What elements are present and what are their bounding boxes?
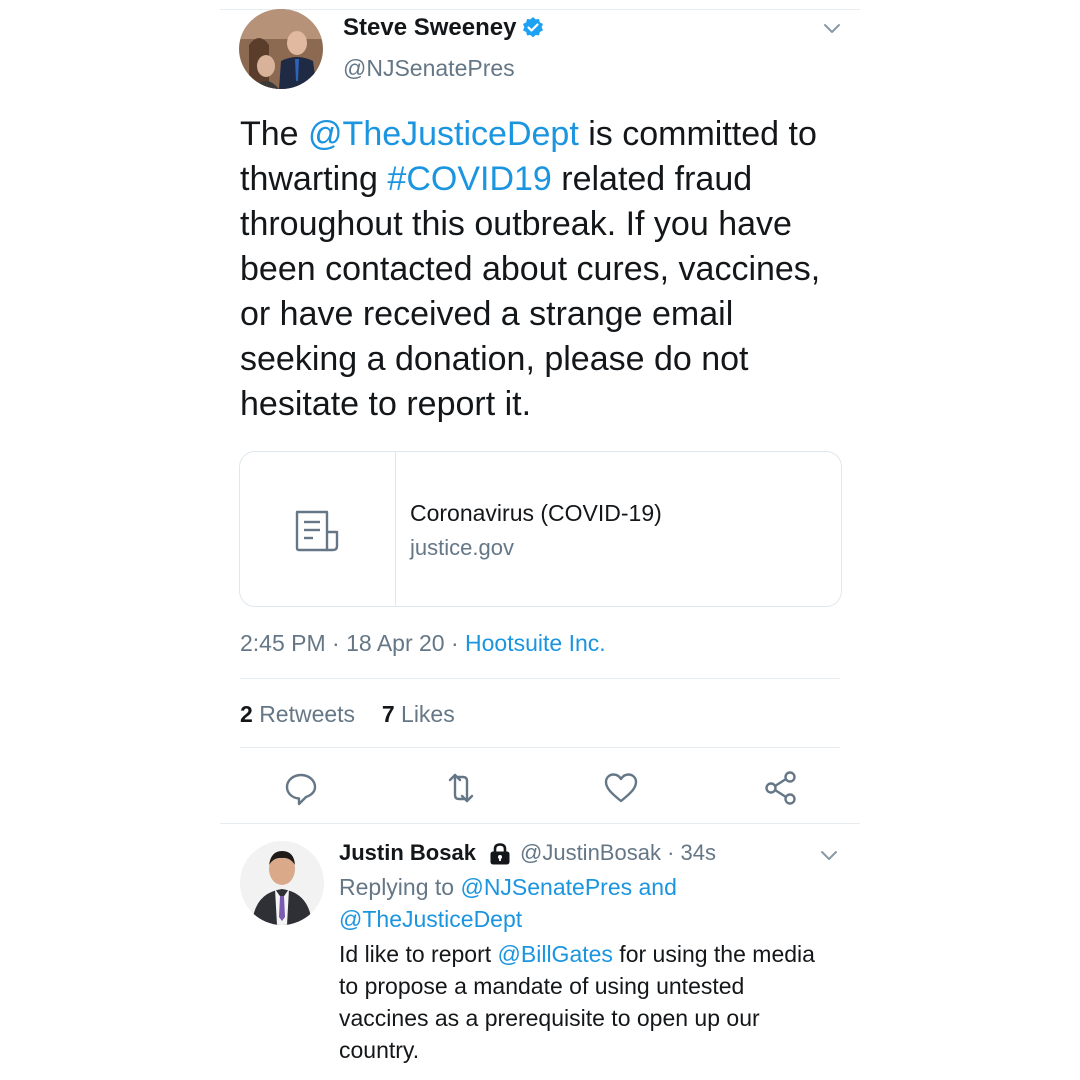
tweet-meta: 2:45 PM · 18 Apr 20 · Hootsuite Inc. — [240, 630, 606, 657]
likes-label: Likes — [401, 701, 455, 727]
lock-icon — [487, 842, 513, 871]
reply-time[interactable]: 34s — [681, 840, 716, 865]
likes-count: 7 — [381, 701, 395, 727]
likes-stat[interactable]: 7 Likes — [382, 701, 455, 727]
like-icon[interactable] — [601, 768, 641, 808]
mention-link[interactable]: @BillGates — [498, 941, 613, 967]
mention-link[interactable]: and — [639, 874, 677, 900]
card-thumbnail — [240, 452, 396, 606]
tweet-text: The @TheJusticeDept is committed to thwa… — [240, 112, 840, 427]
top-divider — [220, 9, 860, 10]
mention-link[interactable]: @TheJusticeDept — [339, 906, 522, 932]
author-name[interactable]: Steve Sweeney — [343, 14, 516, 42]
tweet-stats: 2 Retweets 7 Likes — [240, 701, 455, 728]
stats-bottom-divider — [240, 747, 840, 748]
verified-badge-icon — [521, 16, 545, 45]
text-segment: Id like to report — [339, 941, 498, 967]
mention-link[interactable]: @TheJusticeDept — [308, 115, 579, 153]
retweets-count: 2 — [240, 701, 253, 727]
reply-author-handle[interactable]: @JustinBosak — [520, 840, 661, 865]
text-segment: The — [240, 115, 309, 153]
replying-to: Replying to @NJSenatePres and @TheJustic… — [339, 871, 779, 935]
reply-divider — [220, 823, 860, 824]
retweets-stat[interactable]: 2 Retweets — [240, 701, 355, 727]
meta-separator: · — [660, 840, 681, 865]
author-handle[interactable]: @NJSenatePres — [343, 55, 515, 82]
link-card[interactable]: Coronavirus (COVID-19) justice.gov — [239, 451, 842, 607]
text-segment: Replying to — [339, 874, 461, 900]
reply-icon[interactable] — [281, 768, 321, 808]
author-avatar[interactable] — [239, 9, 323, 89]
card-domain: justice.gov — [410, 535, 514, 560]
meta-separator: · — [325, 630, 347, 656]
meta-separator: · — [444, 630, 466, 656]
card-title: Coronavirus (COVID-19) — [410, 500, 662, 526]
document-icon — [295, 510, 339, 552]
reply-author-avatar[interactable] — [240, 841, 324, 925]
retweet-icon[interactable] — [441, 768, 481, 808]
stats-top-divider — [240, 678, 840, 679]
mention-link[interactable]: #COVID19 — [387, 160, 551, 198]
retweets-label: Retweets — [259, 701, 356, 727]
reply-author-name-text: Justin Bosak — [339, 840, 476, 865]
chevron-down-icon[interactable] — [820, 16, 844, 45]
reply-meta: @JustinBosak · 34s — [520, 840, 716, 866]
tweet-time[interactable]: 2:45 PM — [240, 630, 326, 656]
reply-author-name[interactable]: Justin Bosak — [339, 840, 476, 866]
tweet-source[interactable]: Hootsuite Inc. — [465, 630, 606, 656]
reply-chevron-down-icon[interactable] — [817, 843, 841, 872]
mention-link[interactable]: @NJSenatePres — [460, 874, 632, 900]
text-segment: related fraud throughout this outbreak. … — [240, 160, 821, 423]
share-icon[interactable] — [761, 768, 801, 808]
tweet-date[interactable]: 18 Apr 20 — [346, 630, 444, 656]
reply-text: Id like to report @BillGates for using t… — [339, 938, 839, 1066]
